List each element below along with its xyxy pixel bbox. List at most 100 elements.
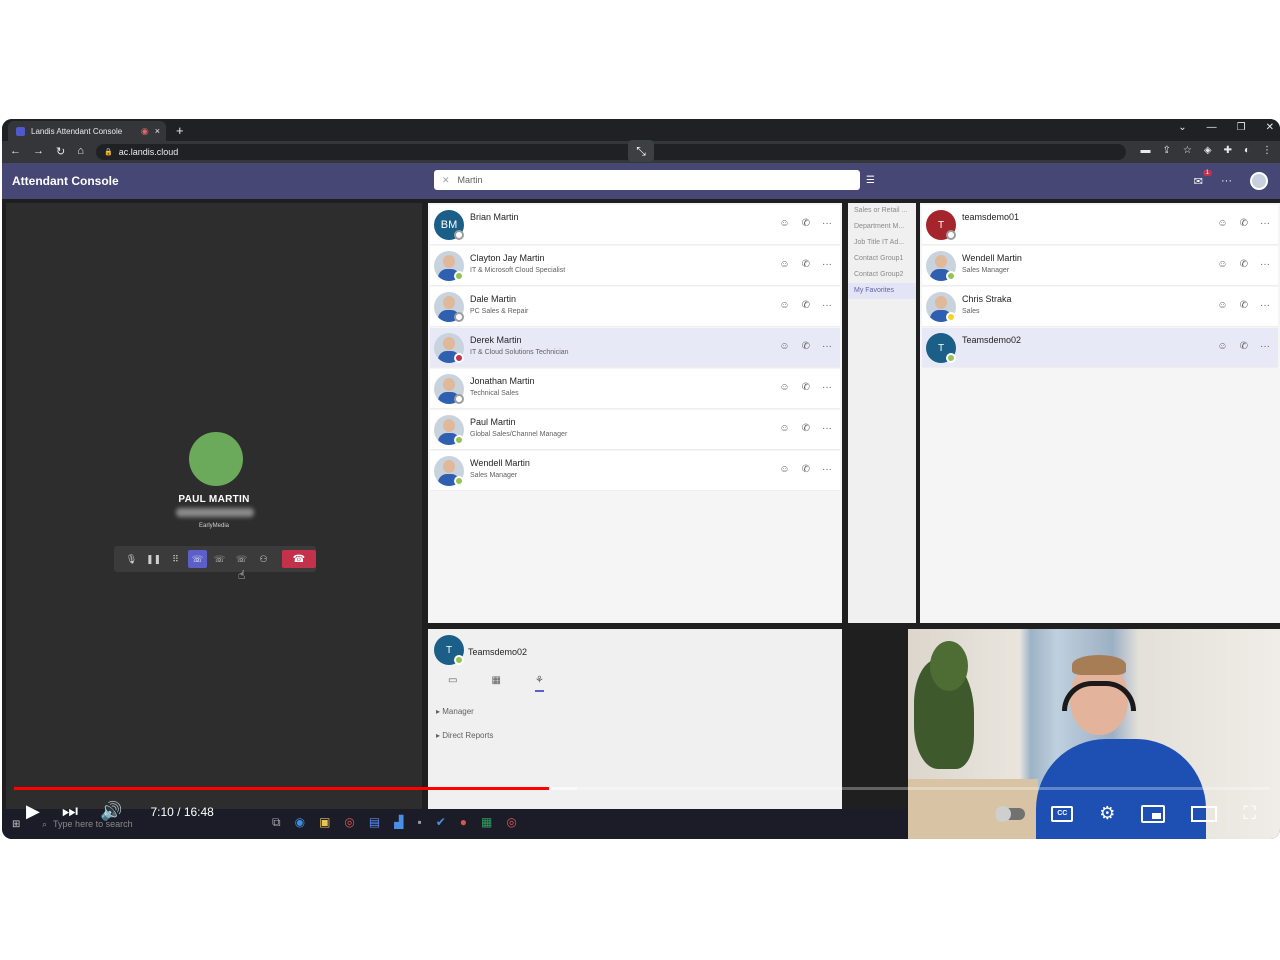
more-icon[interactable]: ···	[1260, 218, 1270, 229]
call-icon[interactable]: ✆	[802, 382, 810, 393]
call-icon[interactable]: ✆	[802, 464, 810, 475]
chat-icon[interactable]: ☺	[1217, 300, 1227, 311]
list-item[interactable]: Chris Straka Sales ☺ ✆ ···	[922, 287, 1278, 327]
restore-button[interactable]: ❐	[1237, 122, 1246, 133]
call-icon[interactable]: ✆	[802, 341, 810, 352]
settings-gear-icon[interactable]: ⚙	[1099, 803, 1115, 824]
list-item[interactable]: Wendell Martin Sales Manager ☺ ✆ ···	[430, 451, 840, 491]
autoplay-toggle[interactable]	[995, 805, 1026, 822]
clear-search-icon[interactable]: ✕	[442, 175, 450, 186]
more-icon[interactable]: ···	[822, 423, 832, 434]
chat-icon[interactable]: ☺	[1217, 341, 1227, 352]
group-item[interactable]: Contact Group1	[848, 251, 916, 267]
todo-icon[interactable]: ✔	[436, 815, 446, 830]
list-item[interactable]: T teamsdemo01 ☺ ✆ ···	[922, 205, 1278, 245]
profile-icon[interactable]: ◐	[1244, 145, 1250, 156]
chat-icon[interactable]: ☺	[779, 423, 789, 434]
group-item[interactable]: Sales or Retail ...	[848, 203, 916, 219]
minimize-button[interactable]: —	[1207, 122, 1217, 133]
forward-icon[interactable]: →	[33, 145, 44, 158]
list-item[interactable]: Wendell Martin Sales Manager ☺ ✆ ···	[922, 246, 1278, 286]
more-icon[interactable]: ···	[1260, 259, 1270, 270]
park-call-button[interactable]: ☏	[232, 550, 251, 568]
new-tab-button[interactable]: +	[176, 123, 184, 138]
close-window-button[interactable]: ✕	[1266, 122, 1274, 133]
chat-icon[interactable]: ☺	[779, 341, 789, 352]
list-item[interactable]: Paul Martin Global Sales/Channel Manager…	[430, 410, 840, 450]
windows-start-icon[interactable]: ⊞	[12, 819, 20, 830]
tab-org-chart-icon[interactable]: ⚘	[534, 675, 544, 692]
bookmark-star-icon[interactable]: ☆	[1183, 145, 1192, 156]
browser-tab[interactable]: Landis Attendant Console ◉ ×	[8, 121, 166, 141]
captions-icon[interactable]: CC	[1051, 805, 1074, 822]
chat-icon[interactable]: ☺	[1217, 259, 1227, 270]
call-icon[interactable]: ✆	[802, 259, 810, 270]
back-icon[interactable]: ←	[10, 145, 21, 158]
group-item[interactable]: Contact Group2	[848, 267, 916, 283]
tab-contact-card-icon[interactable]: ▭	[448, 675, 457, 692]
list-item[interactable]: Clayton Jay Martin IT & Microsoft Cloud …	[430, 246, 840, 286]
add-person-button[interactable]: ⚇	[254, 550, 273, 568]
share-icon[interactable]: ⇪	[1163, 145, 1171, 156]
miniplayer-icon[interactable]	[1141, 804, 1166, 823]
next-icon[interactable]: ⏭	[62, 801, 78, 822]
call-icon[interactable]: ✆	[802, 423, 810, 434]
terminal-icon[interactable]: ▪	[417, 815, 421, 830]
task-view-icon[interactable]: ⧉	[272, 815, 281, 830]
chat-icon[interactable]: ☺	[779, 464, 789, 475]
mail-icon[interactable]: ✉ 1	[1194, 169, 1212, 188]
hold-button[interactable]: ❚❚	[144, 550, 163, 568]
more-icon[interactable]: ···	[1260, 300, 1270, 311]
chat-icon[interactable]: ☺	[1217, 218, 1227, 229]
group-item[interactable]: Job Title IT Ad...	[848, 235, 916, 251]
list-item[interactable]: Jonathan Martin Technical Sales ☺ ✆ ···	[430, 369, 840, 409]
theater-mode-icon[interactable]	[1191, 805, 1218, 822]
menu-kebab-icon[interactable]: ⋮	[1262, 145, 1272, 156]
hang-up-button[interactable]: ☎	[282, 550, 316, 568]
more-options-icon[interactable]: ···	[1221, 175, 1232, 187]
chrome-profile-icon[interactable]: ◎	[506, 815, 516, 830]
edge-icon[interactable]: ◉	[295, 815, 305, 830]
more-icon[interactable]: ···	[822, 259, 832, 270]
video-player[interactable]: Landis Attendant Console ◉ × + ⌄ — ❐ ✕ ←…	[2, 119, 1280, 839]
call-icon[interactable]: ✆	[1240, 341, 1248, 352]
camera-icon[interactable]: ▬	[1141, 145, 1151, 156]
chat-icon[interactable]: ☺	[779, 300, 789, 311]
mute-button[interactable]: 🎙	[122, 550, 141, 568]
recorder-icon[interactable]: ●	[460, 815, 467, 830]
more-icon[interactable]: ···	[822, 464, 832, 475]
more-icon[interactable]: ···	[822, 382, 832, 393]
filter-icon[interactable]: ☰	[866, 175, 875, 186]
call-icon[interactable]: ✆	[802, 218, 810, 229]
chart-app-icon[interactable]: ▟	[394, 815, 403, 830]
chat-icon[interactable]: ☺	[779, 382, 789, 393]
chat-icon[interactable]: ☺	[779, 218, 789, 229]
more-icon[interactable]: ···	[822, 300, 832, 311]
home-icon[interactable]: ⌂	[77, 145, 84, 158]
avatar[interactable]	[1250, 172, 1268, 190]
reload-icon[interactable]: ↻	[56, 145, 65, 158]
transfer-button[interactable]: ☏	[188, 550, 207, 568]
excel-icon[interactable]: ▦	[481, 815, 492, 830]
puzzle-icon[interactable]: ✚	[1224, 145, 1232, 156]
call-icon[interactable]: ✆	[1240, 259, 1248, 270]
outlook-icon[interactable]: ▤	[369, 815, 380, 830]
video-progress-bar[interactable]	[14, 787, 1270, 790]
address-bar[interactable]: 🔒 ac.landis.cloud	[96, 144, 1126, 160]
group-item[interactable]: Department M...	[848, 219, 916, 235]
group-item-my-favorites[interactable]: My Favorites	[848, 283, 916, 299]
list-item[interactable]: T Teamsdemo02 ☺ ✆ ···	[922, 328, 1278, 368]
file-explorer-icon[interactable]: ▣	[319, 815, 330, 830]
more-icon[interactable]: ···	[822, 218, 832, 229]
exit-fullscreen-icon[interactable]: ⤡	[628, 140, 654, 162]
extension-icon[interactable]: ◈	[1204, 145, 1212, 156]
more-icon[interactable]: ···	[1260, 341, 1270, 352]
tab-close-button[interactable]: ×	[155, 126, 160, 136]
call-icon[interactable]: ✆	[1240, 300, 1248, 311]
volume-icon[interactable]: 🔊	[100, 801, 122, 822]
manager-section[interactable]: ▸ Manager	[436, 707, 474, 716]
direct-reports-section[interactable]: ▸ Direct Reports	[436, 731, 493, 740]
list-item[interactable]: Dale Martin PC Sales & Repair ☺ ✆ ···	[430, 287, 840, 327]
tab-calendar-icon[interactable]: ▦	[491, 675, 500, 692]
consult-transfer-button[interactable]: ☏	[210, 550, 229, 568]
